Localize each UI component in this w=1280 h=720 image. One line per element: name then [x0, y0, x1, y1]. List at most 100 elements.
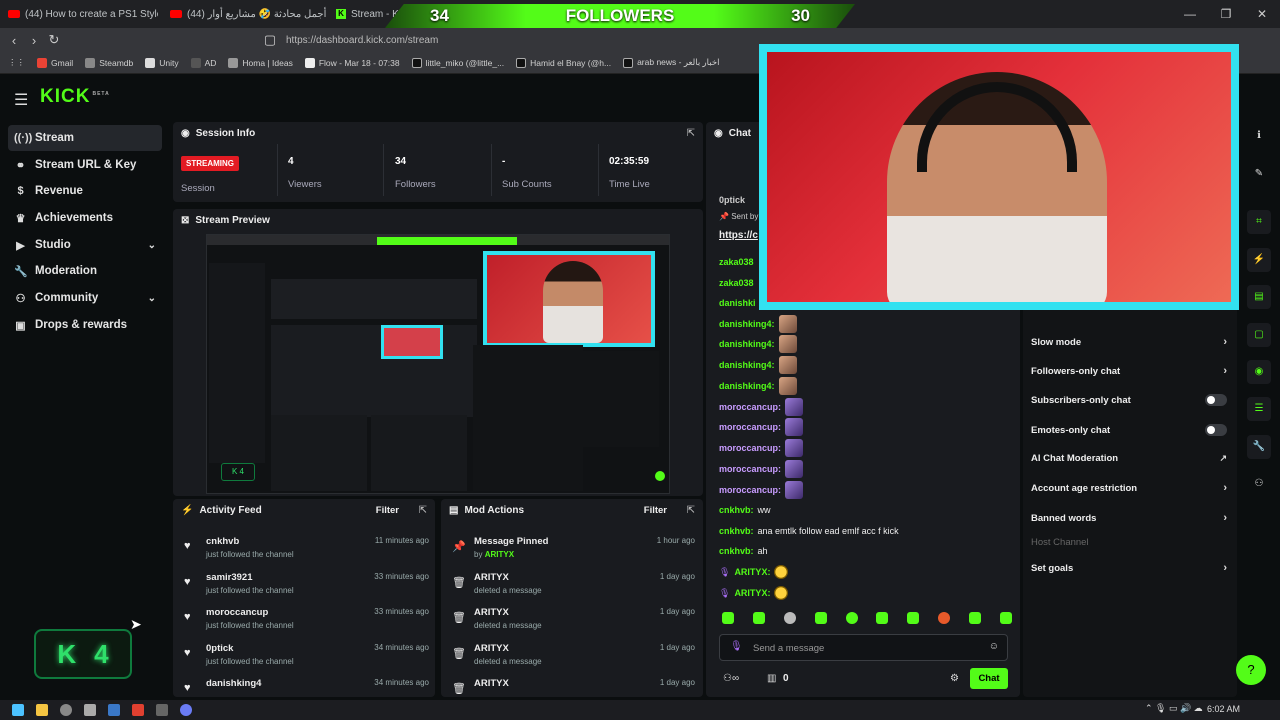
bookmark-tiktok-3[interactable]: arab news - اخبار بالعر	[623, 57, 719, 68]
setting-set-goals[interactable]: Set goals ›	[1031, 558, 1227, 578]
layout-icon[interactable]: ☰	[1247, 397, 1271, 421]
sidebar-item-achievements[interactable]: ♛ Achievements	[8, 205, 162, 231]
mod-action-name[interactable]: ARITYX	[474, 643, 509, 654]
browser-tab[interactable]: (44) أجمل محادثة 🤣 مشاريع أوار ...be	[170, 4, 328, 24]
bookmark-ad[interactable]: AD	[190, 57, 216, 68]
setting-ai-chat-moderation[interactable]: AI Chat Moderation ↗	[1031, 448, 1227, 468]
chat-username[interactable]: zaka038	[719, 257, 754, 267]
lightning-icon[interactable]: ⚡	[1247, 248, 1271, 272]
people-icon[interactable]: ⚇	[1247, 472, 1271, 496]
chat-bubble-icon[interactable]: ▢	[1247, 323, 1271, 347]
system-tray-icons[interactable]: ⌃ 🎙 ▭ 🔊 ☁	[1145, 703, 1203, 714]
activity-user[interactable]: 0ptick	[206, 643, 233, 654]
emote-icon[interactable]	[845, 612, 858, 624]
emotes-only-toggle[interactable]	[1205, 424, 1227, 436]
pinned-user[interactable]: 0ptick	[719, 195, 745, 205]
apps-icon[interactable]: ⋮⋮	[8, 57, 25, 68]
popout-icon[interactable]: ⇱	[687, 505, 695, 516]
settings-icon[interactable]: ⚙	[950, 673, 959, 684]
emote-icon[interactable]	[814, 612, 827, 624]
mod-filter-button[interactable]: Filter	[644, 505, 667, 516]
forward-icon[interactable]: ›	[24, 33, 44, 48]
chat-username[interactable]: moroccancup:	[719, 485, 781, 495]
mod-action-name[interactable]: ARITYX	[474, 607, 509, 618]
chat-username[interactable]: danishki	[719, 298, 756, 308]
chat-username[interactable]: ARITYX:	[734, 567, 770, 577]
browser-icon[interactable]	[132, 704, 144, 716]
chat-username[interactable]: moroccancup:	[719, 464, 781, 474]
sidebar-item-stream[interactable]: ((·)) Stream	[8, 125, 162, 151]
pinned-link[interactable]: https://c	[719, 230, 758, 241]
bookmark-steamdb[interactable]: Steamdb	[85, 57, 133, 68]
setting-banned-words[interactable]: Banned words ›	[1031, 508, 1227, 528]
send-chat-button[interactable]: Chat	[970, 668, 1008, 689]
activity-filter-button[interactable]: Filter	[376, 505, 399, 516]
discord-icon[interactable]	[180, 704, 192, 716]
setting-slow-mode[interactable]: Slow mode ›	[1031, 332, 1227, 352]
mod-action-name[interactable]: ARITYX	[474, 572, 509, 583]
sidebar-item-stream-url-key[interactable]: ⚭ Stream URL & Key	[8, 152, 162, 178]
close-icon[interactable]: ✕	[1244, 0, 1280, 28]
chat-username[interactable]: danishking4:	[719, 360, 775, 370]
microphone-icon[interactable]: 🎙	[730, 641, 743, 652]
bookmark-tiktok-1[interactable]: little_miko (@little_...	[411, 57, 504, 68]
chat-username[interactable]: cnkhvb:	[719, 526, 754, 536]
file-explorer-icon[interactable]	[36, 704, 48, 716]
bookmark-homa[interactable]: Homa | Ideas	[228, 57, 293, 68]
restore-icon[interactable]: ❐	[1208, 0, 1244, 28]
activity-user[interactable]: cnkhvb	[206, 536, 239, 547]
points-icon[interactable]: ▥	[767, 673, 776, 684]
setting-account-age[interactable]: Account age restriction ›	[1031, 478, 1227, 498]
back-icon[interactable]: ‹	[4, 33, 24, 48]
help-chat-icon[interactable]: ?	[1236, 655, 1266, 685]
bookmark-flow[interactable]: Flow - Mar 18 - 07:38	[304, 57, 400, 68]
emote-icon[interactable]	[752, 612, 765, 624]
chat-username[interactable]: danishking4:	[719, 381, 775, 391]
reload-icon[interactable]: ↻	[44, 32, 64, 48]
activity-user[interactable]: moroccancup	[206, 607, 268, 618]
sidebar-item-revenue[interactable]: $ Revenue	[8, 178, 162, 204]
chat-username[interactable]: moroccancup:	[719, 402, 781, 412]
chat-username[interactable]: cnkhvb:	[719, 505, 754, 515]
bookmark-unity[interactable]: Unity	[145, 57, 179, 68]
emote-icon[interactable]	[907, 612, 920, 624]
popout-icon[interactable]: ⇱	[687, 128, 695, 139]
emote-icon[interactable]	[722, 612, 734, 624]
bookmark-tiktok-2[interactable]: Hamid el Bnay (@h...	[516, 57, 611, 68]
windows-start-icon[interactable]	[12, 704, 24, 716]
activity-user[interactable]: samir3921	[206, 572, 252, 583]
popout-icon[interactable]: ⇱	[419, 505, 427, 516]
steam-icon[interactable]	[108, 704, 120, 716]
emote-icon[interactable]	[999, 612, 1012, 624]
minimize-icon[interactable]: —	[1172, 0, 1208, 28]
broadcast-icon[interactable]: ◉	[1247, 360, 1271, 384]
scan-icon[interactable]: ⌗	[1247, 210, 1271, 234]
sidebar-item-community[interactable]: ⚇ Community ⌄	[8, 285, 162, 311]
info-icon[interactable]: ℹ	[1247, 124, 1271, 148]
settings-icon[interactable]	[60, 704, 72, 716]
chat-username[interactable]: ARITYX:	[734, 588, 770, 598]
emote-icon[interactable]	[876, 612, 889, 624]
app-icon[interactable]	[84, 704, 96, 716]
chat-username[interactable]: zaka038	[719, 278, 754, 288]
activity-user[interactable]: danishking4	[206, 678, 261, 689]
sidebar-item-studio[interactable]: ▶ Studio ⌄	[8, 232, 162, 258]
sidebar-item-drops-rewards[interactable]: ▣ Drops & rewards	[8, 312, 162, 338]
chat-username[interactable]: moroccancup:	[719, 422, 781, 432]
emote-icon[interactable]	[783, 612, 796, 624]
setting-followers-only[interactable]: Followers-only chat ›	[1031, 361, 1227, 381]
bookmark-gmail[interactable]: Gmail	[37, 57, 73, 68]
app-icon[interactable]	[156, 704, 168, 716]
chat-input[interactable]: 🎙 Send a message ☺	[719, 634, 1008, 661]
sidebar-item-moderation[interactable]: 🔧 Moderation	[8, 258, 162, 284]
subscribers-only-toggle[interactable]	[1205, 394, 1227, 406]
emote-icon[interactable]	[938, 612, 951, 624]
emote-icon[interactable]	[969, 612, 981, 624]
wrench-icon[interactable]: 🔧	[1247, 435, 1271, 459]
document-icon[interactable]: ▤	[1247, 285, 1271, 309]
emoji-icon[interactable]: ☺	[989, 641, 999, 652]
chat-username[interactable]: danishking4:	[719, 319, 775, 329]
mod-action-name[interactable]: ARITYX	[474, 678, 509, 689]
chat-username[interactable]: danishking4:	[719, 339, 775, 349]
bookmark-icon[interactable]: ▢	[260, 32, 280, 48]
